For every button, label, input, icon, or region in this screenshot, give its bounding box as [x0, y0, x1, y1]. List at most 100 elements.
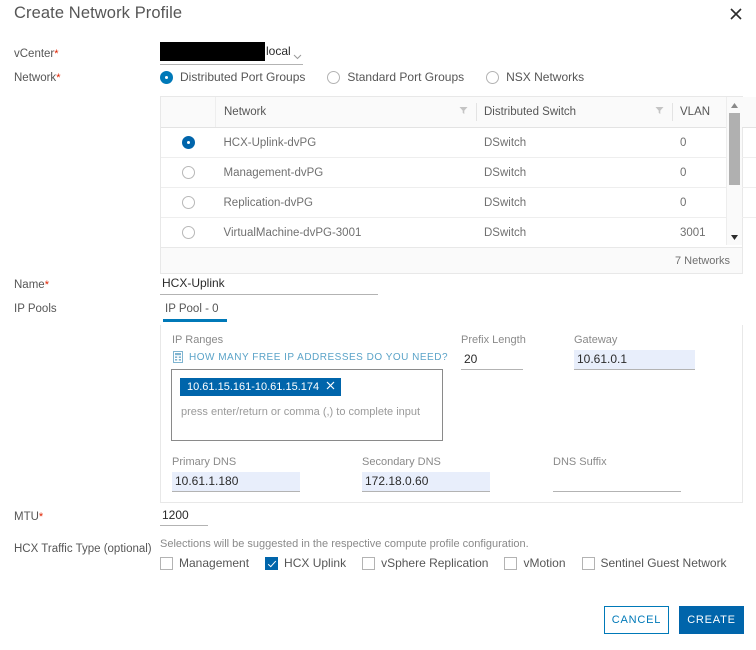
column-select	[161, 97, 216, 128]
mtu-label-text: MTU	[14, 511, 39, 523]
tab-ip-pool-0[interactable]: IP Pool - 0	[163, 303, 227, 322]
cell-vlan: 0	[672, 187, 756, 218]
secondary-dns-input[interactable]	[362, 472, 490, 492]
create-button[interactable]: CREATE	[679, 606, 744, 634]
vcenter-required-marker: *	[54, 48, 59, 60]
checkbox-vmotion[interactable]: vMotion	[504, 556, 566, 570]
checkbox-sentinel-guest-network[interactable]: Sentinel Guest Network	[581, 556, 727, 570]
vcenter-label: vCenter*	[14, 48, 59, 60]
table-scrollbar[interactable]	[726, 97, 742, 245]
cancel-button[interactable]: CANCEL	[604, 606, 669, 634]
table-row[interactable]: Management-dvPG DSwitch 0	[161, 157, 756, 188]
hcx-traffic-type-note: Selections will be suggested in the resp…	[160, 538, 529, 550]
radio-indicator	[160, 70, 173, 84]
column-header-label: VLAN	[680, 106, 711, 118]
vcenter-redacted-value	[160, 42, 265, 61]
dns-suffix-input[interactable]	[553, 472, 681, 492]
vcenter-label-text: vCenter	[14, 48, 55, 60]
primary-dns-label: Primary DNS	[172, 456, 237, 468]
row-select-cell[interactable]	[161, 187, 216, 218]
close-icon[interactable]	[726, 4, 746, 24]
table-row[interactable]: Replication-dvPG DSwitch 0	[161, 187, 756, 218]
prefix-length-label: Prefix Length	[461, 334, 526, 346]
cell-switch: DSwitch	[476, 187, 672, 218]
ip-range-chip[interactable]: 10.61.15.161-10.61.15.174	[180, 378, 342, 396]
vcenter-select[interactable]: local	[160, 42, 303, 65]
row-select-cell[interactable]	[161, 127, 216, 158]
checkbox-indicator	[160, 556, 173, 570]
network-type-radio-group: Distributed Port Groups Standard Port Gr…	[160, 70, 606, 84]
checkbox-hcx-uplink[interactable]: HCX Uplink	[265, 556, 346, 570]
radio-nsx-networks[interactable]: NSX Networks	[486, 70, 584, 84]
network-label: Network*	[14, 72, 60, 84]
ip-ranges-hint: press enter/return or comma (,) to compl…	[181, 406, 421, 418]
filter-icon[interactable]	[655, 106, 664, 118]
filter-icon[interactable]	[459, 106, 468, 118]
scrollbar-thumb[interactable]	[729, 113, 740, 185]
cell-vlan: 3001	[680, 226, 706, 239]
vcenter-value-suffix: local	[266, 44, 291, 58]
checkbox-label: vSphere Replication	[381, 556, 489, 570]
row-radio[interactable]	[181, 196, 195, 209]
checkbox-indicator	[504, 556, 518, 570]
name-input[interactable]	[160, 274, 378, 295]
ip-ranges-label: IP Ranges	[172, 334, 224, 346]
checkbox-label: Management	[179, 556, 250, 570]
cell-switch: DSwitch	[476, 127, 672, 158]
triangle-down-icon[interactable]	[727, 231, 742, 243]
radio-standard-port-groups[interactable]: Standard Port Groups	[327, 70, 464, 84]
primary-dns-input[interactable]	[172, 472, 300, 492]
table-header-row: Network Distributed Switch VLAN	[161, 97, 756, 128]
networks-table: Network Distributed Switch VLAN HCX-Upli…	[160, 96, 756, 274]
row-select-cell[interactable]	[161, 157, 216, 188]
radio-distributed-port-groups[interactable]: Distributed Port Groups	[160, 70, 305, 84]
network-label-text: Network	[14, 72, 57, 84]
cell-switch: DSwitch	[484, 226, 527, 239]
mtu-required-marker: *	[38, 511, 44, 523]
radio-indicator	[327, 70, 341, 84]
ip-pool-panel: IP Ranges HOW MANY FREE IP ADDRESSES DO …	[160, 325, 743, 503]
triangle-up-icon[interactable]	[727, 99, 742, 111]
network-required-marker: *	[56, 72, 61, 84]
free-ip-addresses-link[interactable]: HOW MANY FREE IP ADDRESSES DO YOU NEED?	[173, 351, 448, 363]
name-required-marker: *	[44, 279, 49, 291]
column-distributed-switch: Distributed Switch	[476, 97, 672, 128]
network-count: 7 Networks	[674, 254, 730, 267]
checkbox-indicator	[265, 556, 279, 570]
ip-ranges-input[interactable]: 10.61.15.161-10.61.15.174 press enter/re…	[171, 369, 443, 441]
ip-pool-tabs: IP Pool - 0	[160, 303, 743, 326]
checkbox-indicator	[581, 556, 595, 570]
name-label: Name*	[14, 279, 49, 291]
table-footer: 7 Networks	[161, 247, 742, 273]
row-radio[interactable]	[181, 226, 195, 239]
prefix-length-input[interactable]	[461, 350, 523, 370]
checkbox-vsphere-replication[interactable]: vSphere Replication	[362, 556, 488, 570]
cell-vlan: 0	[672, 127, 756, 158]
row-radio[interactable]	[181, 136, 195, 149]
gateway-label: Gateway	[574, 334, 618, 346]
radio-label: Distributed Port Groups	[180, 70, 306, 84]
table-row[interactable]: VirtualMachine-dvPG-3001 DSwitch 3001	[161, 218, 756, 248]
free-ip-addresses-link-label: HOW MANY FREE IP ADDRESSES DO YOU NEED?	[189, 351, 449, 363]
table-row[interactable]: HCX-Uplink-dvPG DSwitch 0	[161, 127, 756, 158]
radio-label: Standard Port Groups	[347, 70, 465, 84]
cell-vlan: 0	[672, 157, 756, 188]
row-radio[interactable]	[181, 166, 195, 179]
cell-network: Management-dvPG	[215, 157, 476, 188]
chevron-down-icon[interactable]	[293, 49, 302, 63]
cell-network: HCX-Uplink-dvPG	[215, 127, 476, 158]
checkbox-label: HCX Uplink	[284, 556, 347, 570]
mtu-input[interactable]	[160, 506, 208, 526]
close-icon[interactable]	[326, 381, 335, 393]
name-label-text: Name	[14, 279, 45, 291]
hcx-traffic-type-label: HCX Traffic Type (optional)	[14, 543, 152, 555]
gateway-input[interactable]	[574, 350, 695, 370]
dns-suffix-label: DNS Suffix	[553, 456, 607, 468]
create-network-profile-dialog: Create Network Profile vCenter* local Ne…	[0, 0, 756, 650]
checkbox-label: Sentinel Guest Network	[600, 556, 727, 570]
secondary-dns-label: Secondary DNS	[362, 456, 441, 468]
radio-label: NSX Networks	[506, 70, 585, 84]
row-select-cell[interactable]	[161, 218, 216, 248]
column-header-label: Distributed Switch	[484, 106, 577, 118]
checkbox-management[interactable]: Management	[160, 556, 249, 570]
